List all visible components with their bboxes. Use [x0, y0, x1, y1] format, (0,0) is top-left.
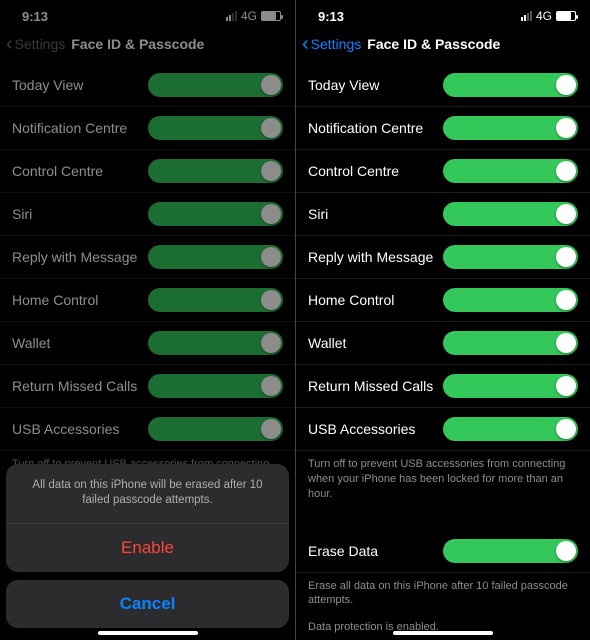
- status-right: 4G: [226, 9, 281, 23]
- toggle-today-view[interactable]: [443, 73, 578, 97]
- row-label: Siri: [12, 206, 148, 222]
- home-indicator[interactable]: [98, 631, 198, 635]
- toggle-today-view[interactable]: [148, 73, 284, 97]
- toggle-siri[interactable]: [443, 202, 578, 226]
- toggle-control-centre[interactable]: [443, 159, 578, 183]
- toggle-wallet[interactable]: [443, 331, 578, 355]
- screenshot-left: 9:13 4G ‹ Settings Face ID & Passcode To…: [0, 0, 295, 640]
- row-reply-with-message[interactable]: Reply with Message: [296, 236, 590, 279]
- action-sheet: All data on this iPhone will be erased a…: [6, 464, 289, 628]
- enable-button[interactable]: Enable: [6, 524, 289, 572]
- toggle-usb-accessories[interactable]: [148, 417, 284, 441]
- row-label: Return Missed Calls: [308, 378, 443, 394]
- toggle-reply-with-message[interactable]: [443, 245, 578, 269]
- toggle-erase-data[interactable]: [443, 539, 578, 563]
- row-label: Today View: [12, 77, 148, 93]
- battery-icon: [556, 11, 576, 21]
- row-label: Wallet: [308, 335, 443, 351]
- row-usb-accessories[interactable]: USB Accessories: [296, 408, 590, 451]
- row-label: Home Control: [308, 292, 443, 308]
- network-label: 4G: [241, 9, 257, 23]
- row-control-centre[interactable]: Control Centre: [296, 150, 590, 193]
- row-label: Control Centre: [12, 163, 148, 179]
- toggle-siri[interactable]: [148, 202, 284, 226]
- row-label: Home Control: [12, 292, 148, 308]
- toggle-home-control[interactable]: [443, 288, 578, 312]
- row-return-missed-calls[interactable]: Return Missed Calls: [0, 365, 295, 408]
- page-title: Face ID & Passcode: [367, 36, 500, 52]
- row-label: USB Accessories: [308, 421, 443, 437]
- row-label: Return Missed Calls: [12, 378, 148, 394]
- toggle-wallet[interactable]: [148, 331, 284, 355]
- row-today-view[interactable]: Today View: [0, 64, 295, 107]
- row-usb-accessories[interactable]: USB Accessories: [0, 408, 295, 451]
- network-label: 4G: [536, 9, 552, 23]
- row-return-missed-calls[interactable]: Return Missed Calls: [296, 365, 590, 408]
- erase-section: Erase Data: [296, 530, 590, 573]
- row-reply-with-message[interactable]: Reply with Message: [0, 236, 295, 279]
- row-today-view[interactable]: Today View: [296, 64, 590, 107]
- row-label: Reply with Message: [308, 249, 443, 265]
- usb-footnote: Turn off to prevent USB accessories from…: [296, 451, 590, 512]
- action-sheet-body: All data on this iPhone will be erased a…: [6, 464, 289, 572]
- screenshot-right: 9:13 4G ‹ Settings Face ID & Passcode To…: [295, 0, 590, 640]
- row-control-centre[interactable]: Control Centre: [0, 150, 295, 193]
- back-button[interactable]: Settings: [15, 36, 66, 52]
- row-erase-data[interactable]: Erase Data: [296, 530, 590, 573]
- settings-list: Today View Notification Centre Control C…: [296, 64, 590, 451]
- row-home-control[interactable]: Home Control: [296, 279, 590, 322]
- toggle-control-centre[interactable]: [148, 159, 284, 183]
- row-home-control[interactable]: Home Control: [0, 279, 295, 322]
- row-label: Wallet: [12, 335, 148, 351]
- chevron-left-icon[interactable]: ‹: [6, 34, 13, 54]
- toggle-notification-centre[interactable]: [148, 116, 284, 140]
- status-time: 9:13: [318, 9, 344, 24]
- status-time: 9:13: [22, 9, 48, 24]
- row-label: Erase Data: [308, 543, 443, 559]
- back-button[interactable]: Settings: [311, 36, 362, 52]
- row-wallet[interactable]: Wallet: [0, 322, 295, 365]
- erase-footnote: Erase all data on this iPhone after 10 f…: [296, 573, 590, 619]
- battery-icon: [261, 11, 281, 21]
- toggle-home-control[interactable]: [148, 288, 284, 312]
- signal-icon: [226, 11, 237, 21]
- row-label: USB Accessories: [12, 421, 148, 437]
- status-right: 4G: [521, 9, 576, 23]
- home-indicator[interactable]: [393, 631, 493, 635]
- nav-bar: ‹ Settings Face ID & Passcode: [0, 28, 295, 64]
- toggle-reply-with-message[interactable]: [148, 245, 284, 269]
- settings-list: Today View Notification Centre Control C…: [0, 64, 295, 451]
- row-label: Notification Centre: [308, 120, 443, 136]
- row-notification-centre[interactable]: Notification Centre: [0, 107, 295, 150]
- page-title: Face ID & Passcode: [71, 36, 204, 52]
- status-bar: 9:13 4G: [0, 0, 295, 28]
- row-label: Today View: [308, 77, 443, 93]
- row-wallet[interactable]: Wallet: [296, 322, 590, 365]
- sheet-message: All data on this iPhone will be erased a…: [6, 464, 289, 524]
- status-bar: 9:13 4G: [296, 0, 590, 28]
- toggle-return-missed-calls[interactable]: [148, 374, 284, 398]
- row-siri[interactable]: Siri: [296, 193, 590, 236]
- row-label: Siri: [308, 206, 443, 222]
- nav-bar: ‹ Settings Face ID & Passcode: [296, 28, 590, 64]
- cancel-button[interactable]: Cancel: [6, 580, 289, 628]
- signal-icon: [521, 11, 532, 21]
- protection-footnote: Data protection is enabled.: [296, 618, 590, 640]
- toggle-usb-accessories[interactable]: [443, 417, 578, 441]
- row-notification-centre[interactable]: Notification Centre: [296, 107, 590, 150]
- row-label: Notification Centre: [12, 120, 148, 136]
- toggle-notification-centre[interactable]: [443, 116, 578, 140]
- row-label: Reply with Message: [12, 249, 148, 265]
- row-siri[interactable]: Siri: [0, 193, 295, 236]
- row-label: Control Centre: [308, 163, 443, 179]
- toggle-return-missed-calls[interactable]: [443, 374, 578, 398]
- chevron-left-icon[interactable]: ‹: [302, 34, 309, 54]
